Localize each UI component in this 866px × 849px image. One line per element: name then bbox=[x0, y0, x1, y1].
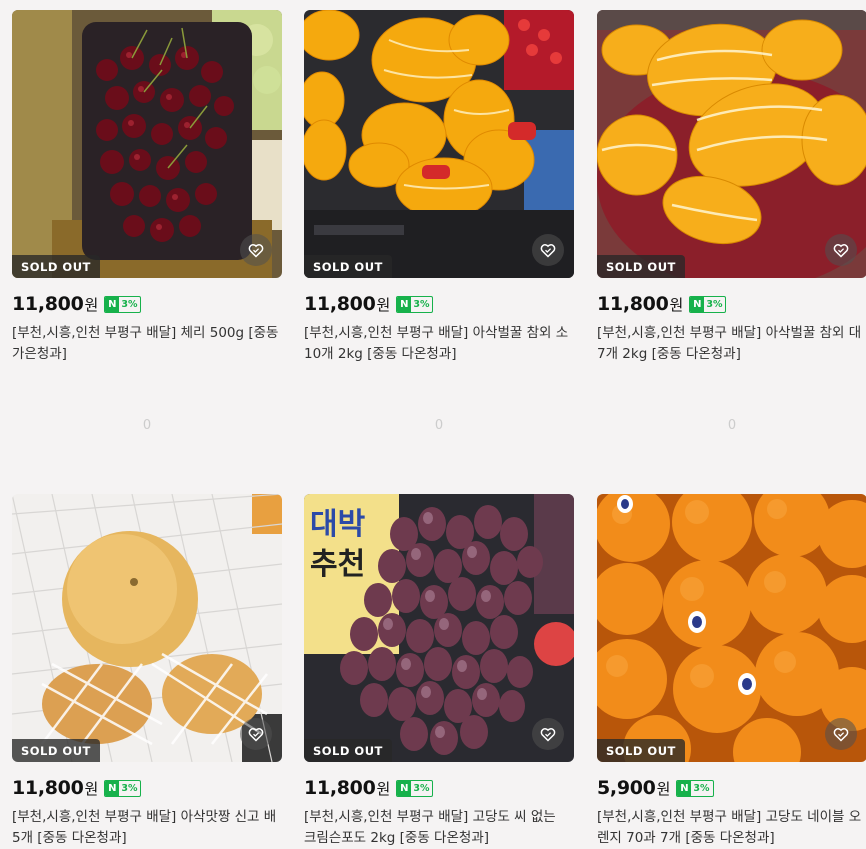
npay-icon: N bbox=[397, 296, 412, 312]
product-count: 0 bbox=[434, 418, 444, 433]
wishlist-heart-button[interactable] bbox=[240, 718, 272, 750]
product-card[interactable]: SOLD OUT 5,900 원 N 3% [부천,시흥,인천 부평구 배달] … bbox=[597, 494, 866, 849]
npay-icon: N bbox=[105, 296, 120, 312]
product-title[interactable]: [부천,시흥,인천 부평구 배달] 아삭벌꿀 참외 대 7개 2kg [중동 다… bbox=[597, 323, 865, 365]
npay-icon: N bbox=[105, 780, 120, 796]
product-card[interactable]: SOLD OUT 11,800 원 N 3% [부천,시흥,인천 부평구 배달]… bbox=[597, 10, 866, 365]
heart-icon bbox=[833, 727, 849, 742]
npay-point-badge: N 3% bbox=[104, 779, 142, 797]
pear-image bbox=[12, 494, 282, 762]
price-row: 11,800 원 N 3% bbox=[12, 293, 282, 315]
heart-icon bbox=[248, 243, 264, 258]
currency-unit: 원 bbox=[376, 779, 391, 798]
npay-point-badge: N 3% bbox=[396, 779, 434, 797]
point-percent: 3% bbox=[413, 782, 430, 794]
product-price: 11,800 bbox=[12, 777, 84, 799]
heart-icon bbox=[540, 243, 556, 258]
wishlist-heart-button[interactable] bbox=[825, 234, 857, 266]
price-row: 11,800 원 N 3% bbox=[304, 777, 574, 799]
price-row: 5,900 원 N 3% bbox=[597, 777, 866, 799]
sold-out-badge: SOLD OUT bbox=[304, 739, 392, 762]
product-thumbnail[interactable]: SOLD OUT bbox=[12, 494, 282, 762]
sold-out-badge: SOLD OUT bbox=[12, 255, 100, 278]
grape-image: 대박 추천 bbox=[304, 494, 574, 762]
point-percent: 3% bbox=[413, 298, 430, 310]
product-title[interactable]: [부천,시흥,인천 부평구 배달] 체리 500g [중동 가은청과] bbox=[12, 323, 280, 365]
currency-unit: 원 bbox=[656, 779, 671, 798]
npay-point-badge: N 3% bbox=[104, 295, 142, 313]
npay-point-badge: N 3% bbox=[396, 295, 434, 313]
sold-out-badge: SOLD OUT bbox=[304, 255, 392, 278]
cherry-image bbox=[12, 10, 282, 278]
product-title[interactable]: [부천,시흥,인천 부평구 배달] 아삭벌꿀 참외 소 10개 2kg [중동 … bbox=[304, 323, 572, 365]
wishlist-heart-button[interactable] bbox=[825, 718, 857, 750]
product-price: 11,800 bbox=[12, 293, 84, 315]
npay-icon: N bbox=[677, 780, 692, 796]
product-thumbnail[interactable]: SOLD OUT bbox=[12, 10, 282, 278]
product-card[interactable]: SOLD OUT 11,800 원 N 3% [부천,시흥,인천 부평구 배달]… bbox=[12, 494, 282, 849]
product-title[interactable]: [부천,시흥,인천 부평구 배달] 아삭맛짱 신고 배 5개 [중동 다온청과] bbox=[12, 807, 280, 849]
heart-icon bbox=[833, 243, 849, 258]
point-percent: 3% bbox=[706, 298, 723, 310]
product-count: 0 bbox=[727, 418, 737, 433]
product-card[interactable]: SOLD OUT 11,800 원 N 3% [부천,시흥,인천 부평구 배달]… bbox=[12, 10, 282, 365]
product-title[interactable]: [부천,시흥,인천 부평구 배달] 고당도 네이블 오렌지 70과 7개 [중동… bbox=[597, 807, 865, 849]
price-row: 11,800 원 N 3% bbox=[12, 777, 282, 799]
price-row: 11,800 원 N 3% bbox=[597, 293, 866, 315]
sold-out-badge: SOLD OUT bbox=[12, 739, 100, 762]
product-title[interactable]: [부천,시흥,인천 부평구 배달] 고당도 씨 없는 크림슨포도 2kg [중동… bbox=[304, 807, 572, 849]
product-price: 11,800 bbox=[304, 777, 376, 799]
currency-unit: 원 bbox=[669, 295, 684, 314]
point-percent: 3% bbox=[121, 298, 138, 310]
wishlist-heart-button[interactable] bbox=[532, 718, 564, 750]
npay-icon: N bbox=[690, 296, 705, 312]
heart-icon bbox=[248, 727, 264, 742]
product-card[interactable]: SOLD OUT 11,800 원 N 3% [부천,시흥,인천 부평구 배달]… bbox=[304, 10, 574, 365]
npay-icon: N bbox=[397, 780, 412, 796]
sold-out-badge: SOLD OUT bbox=[597, 739, 685, 762]
wishlist-heart-button[interactable] bbox=[532, 234, 564, 266]
wishlist-heart-button[interactable] bbox=[240, 234, 272, 266]
product-card[interactable]: 대박 추천 SOLD OUT 11,800 원 N 3% [부천,시흥,인천 부… bbox=[304, 494, 574, 849]
melon-image bbox=[597, 10, 866, 278]
currency-unit: 원 bbox=[376, 295, 391, 314]
product-count: 0 bbox=[142, 418, 152, 433]
price-row: 11,800 원 N 3% bbox=[304, 293, 574, 315]
orange-image bbox=[597, 494, 866, 762]
product-price: 11,800 bbox=[597, 293, 669, 315]
heart-icon bbox=[540, 727, 556, 742]
product-thumbnail[interactable]: SOLD OUT bbox=[597, 10, 866, 278]
melon-image bbox=[304, 10, 574, 278]
product-price: 11,800 bbox=[304, 293, 376, 315]
product-thumbnail[interactable]: SOLD OUT bbox=[304, 10, 574, 278]
product-thumbnail[interactable]: 대박 추천 SOLD OUT bbox=[304, 494, 574, 762]
npay-point-badge: N 3% bbox=[676, 779, 714, 797]
product-thumbnail[interactable]: SOLD OUT bbox=[597, 494, 866, 762]
sign-text: 추천 bbox=[310, 547, 365, 582]
currency-unit: 원 bbox=[84, 295, 99, 314]
sign-text: 대박 bbox=[310, 507, 366, 542]
product-price: 5,900 bbox=[597, 777, 656, 799]
currency-unit: 원 bbox=[84, 779, 99, 798]
npay-point-badge: N 3% bbox=[689, 295, 727, 313]
point-percent: 3% bbox=[121, 782, 138, 794]
point-percent: 3% bbox=[693, 782, 710, 794]
sold-out-badge: SOLD OUT bbox=[597, 255, 685, 278]
